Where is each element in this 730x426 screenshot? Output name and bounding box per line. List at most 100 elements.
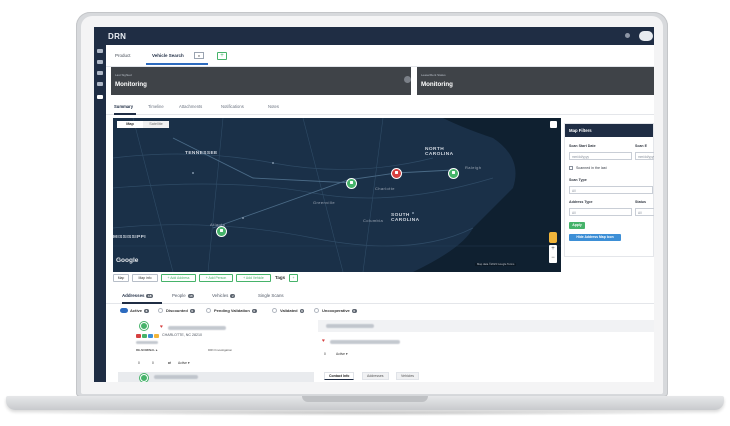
map-pin-green[interactable] <box>448 168 459 179</box>
detail-tabs: Summary Timeline Attachments Notificatio… <box>106 99 654 115</box>
map-type-toggle[interactable]: Map Satellite <box>117 121 169 128</box>
status-filter-row: Active 6 Discounted 0 Pending Validation 0 … <box>106 308 654 318</box>
pending-toggle[interactable] <box>206 308 211 313</box>
redacted-address-line <box>154 375 198 379</box>
tab-people-label: People <box>172 293 186 298</box>
address-result-card[interactable]: ♥ CHARLOTTE, NC 28210 RE-NOMINAL ▸ DRN I… <box>118 321 314 373</box>
avatar[interactable] <box>639 31 653 41</box>
result-address: CHARLOTTE, NC 28210 <box>162 333 202 337</box>
tab-single-scans[interactable]: Single Scans <box>258 293 284 298</box>
map-type-map[interactable]: Map <box>117 121 143 128</box>
add-person-button[interactable]: + Add Person <box>199 274 233 282</box>
tab-summary[interactable]: Summary <box>114 104 133 109</box>
redacted-detail-line <box>330 340 400 344</box>
tab-timeline[interactable]: Timeline <box>148 104 164 109</box>
person-icon[interactable] <box>97 71 103 75</box>
laptop-shadow <box>20 410 710 416</box>
add-address-button[interactable]: + Add Address <box>161 274 196 282</box>
hide-address-icon-button[interactable]: Hide Address Map Icon <box>569 234 621 241</box>
result-tag-nominal: RE-NOMINAL ▸ <box>136 348 158 352</box>
map-label-tn: TENNESSEE <box>185 151 218 156</box>
street-view-icon[interactable] <box>549 232 557 243</box>
count-badge: 18 <box>187 293 195 298</box>
zoom-in-button[interactable]: + <box>549 245 557 254</box>
detail-status-select[interactable]: Active ▾ <box>336 352 348 356</box>
product-tab-select[interactable]: v <box>194 52 204 59</box>
search-icon[interactable] <box>97 49 103 53</box>
add-product-button[interactable]: + <box>217 52 227 60</box>
active-toggle[interactable] <box>120 308 128 313</box>
scan-start-input[interactable]: mm/dd/yyyy <box>569 152 632 160</box>
apply-button[interactable]: Apply <box>569 222 585 229</box>
tab-contact-info[interactable]: Contact Info <box>324 372 355 380</box>
scan-end-input[interactable]: mm/dd/yyyy <box>635 152 654 160</box>
map-label-ms: MISSISSIPPI <box>113 235 146 240</box>
filter-uncooperative-label: Uncooperative <box>322 308 350 313</box>
zoom-out-button[interactable]: − <box>549 254 557 263</box>
info-icon[interactable] <box>404 76 411 83</box>
filter-pending-validation: Pending Validation 0 <box>214 308 257 313</box>
logo-text: DRN <box>108 31 127 41</box>
discounted-toggle[interactable] <box>158 308 163 313</box>
vehicle-icon[interactable] <box>97 60 103 64</box>
filter-validated: Validated 0 <box>280 308 305 313</box>
filter-discounted: Discounted 0 <box>166 308 195 313</box>
link-icon[interactable]: ⇄ <box>168 361 171 365</box>
tab-notes[interactable]: Notes <box>268 104 279 109</box>
uncooperative-toggle[interactable] <box>314 308 319 313</box>
map-pin-green[interactable] <box>216 226 227 237</box>
address-status-icon <box>140 322 148 330</box>
contact-tabs: Contact Info Addresses Vehicles <box>324 370 624 382</box>
tab-contact-vehicles[interactable]: Vehicles <box>396 372 420 380</box>
tab-attachments[interactable]: Attachments <box>179 104 202 109</box>
address-type-select[interactable]: All <box>569 208 632 216</box>
map-filters-title: Map Filters <box>565 124 653 137</box>
status-select[interactable]: All <box>635 208 654 216</box>
scan-type-select[interactable]: All <box>569 186 653 194</box>
active-tab-underline <box>114 113 136 115</box>
case-icon[interactable] <box>97 95 103 99</box>
favorite-icon[interactable]: ♥ <box>160 324 163 330</box>
laptop-mockup: DRN Product Vehicle Search v + Last Sigh… <box>0 0 730 426</box>
result-tag-investigation: DRN Investigation <box>208 348 233 352</box>
result-status-select[interactable]: Active ▾ <box>178 361 190 365</box>
redacted-name <box>326 324 374 328</box>
product-tab-vehicle-search[interactable]: Vehicle Search v <box>146 49 208 65</box>
tab-notifications[interactable]: Notifications <box>221 104 244 109</box>
map-pin-red[interactable] <box>391 168 402 179</box>
map-dropdown-button[interactable]: Map <box>113 274 129 282</box>
favorite-icon[interactable]: ♥ <box>322 338 325 344</box>
tab-people[interactable]: People 18 <box>172 293 195 298</box>
filter-pending-label: Pending Validation <box>214 308 250 313</box>
card-small-label: Last Sighted <box>115 73 132 77</box>
scan-start-label: Scan Start Date <box>569 144 596 148</box>
add-tag-button[interactable]: + <box>289 274 298 282</box>
filter-active-label: Active <box>130 308 143 313</box>
notification-icon[interactable] <box>625 33 630 38</box>
tab-vehicles[interactable]: Vehicles 2 <box>212 293 236 298</box>
map-attribution[interactable]: Map data ©2023 Google Terms <box>475 263 517 266</box>
tab-contact-addresses[interactable]: Addresses <box>362 372 389 380</box>
card-value: Monitoring <box>421 81 453 88</box>
next-result-row[interactable] <box>118 372 314 382</box>
validated-toggle[interactable] <box>272 308 277 313</box>
map-info-button[interactable]: Map info <box>132 274 158 282</box>
map-pin-green[interactable] <box>346 178 357 189</box>
product-row: Product Vehicle Search v + <box>106 45 654 67</box>
location-icon[interactable] <box>97 82 103 86</box>
map-toolbar: Map Map info + Add Address + Add Person … <box>113 274 561 284</box>
map-label-sc: SOUTH CAROLINA <box>391 213 420 223</box>
map-type-satellite[interactable]: Satellite <box>143 121 169 128</box>
map-view[interactable]: Map Satellite TENNESSEE NORTH CAROLINA S… <box>113 118 561 272</box>
count-badge: 0 <box>189 308 195 313</box>
filter-validated-label: Validated <box>280 308 298 313</box>
map-filters-panel: Map Filters Scan Start Date Scan E mm/dd… <box>564 123 654 257</box>
count-badge: 0 <box>299 308 305 313</box>
map-roads <box>113 118 561 272</box>
tab-addresses[interactable]: Addresses 18 <box>122 293 153 298</box>
map-label-raleigh: Raleigh <box>465 165 482 170</box>
fullscreen-icon[interactable] <box>550 121 557 128</box>
scanned-last-checkbox[interactable] <box>569 166 573 170</box>
card-value: Monitoring <box>115 81 147 88</box>
add-vehicle-button[interactable]: + Add Vehicle <box>236 274 271 282</box>
